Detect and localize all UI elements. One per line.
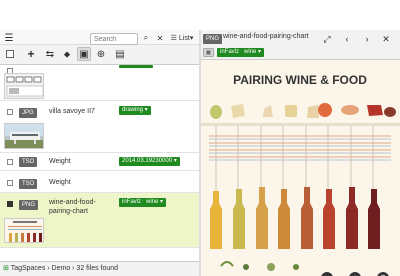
file-extension-badge: PNG bbox=[19, 200, 39, 210]
refresh-icon[interactable]: ⇆ bbox=[43, 47, 57, 61]
view-mode-label: List bbox=[178, 34, 190, 42]
file-name[interactable]: Weight bbox=[49, 178, 71, 187]
close-viewer-icon[interactable]: ✕ bbox=[380, 33, 392, 45]
search-input[interactable] bbox=[90, 33, 138, 45]
file-row[interactable]: TSO Weight bbox=[0, 171, 200, 193]
viewer-tag-badge[interactable]: wine ▾ bbox=[241, 48, 265, 57]
file-name[interactable]: Weight bbox=[49, 157, 71, 166]
tag-badge[interactable]: wine ▾ bbox=[143, 198, 167, 207]
tagspaces-logo-icon: ⊞ bbox=[3, 265, 11, 272]
tag-label: 2014.03.19230000 bbox=[122, 158, 173, 164]
zoom-icon[interactable]: ⊕ bbox=[94, 47, 108, 61]
file-extension-badge: JPG bbox=[19, 108, 37, 118]
select-all-icon[interactable] bbox=[3, 47, 17, 61]
file-viewer-pane: PNG wine-and-food-pairing-chart ⤢ ‹ › ✕ … bbox=[201, 30, 400, 276]
tag-icon[interactable]: ⬥ bbox=[60, 47, 74, 61]
viewer-extension-badge: PNG bbox=[203, 34, 223, 44]
row-checkbox[interactable] bbox=[7, 201, 13, 207]
thumbnail-icon[interactable]: ▣ bbox=[77, 47, 91, 61]
tag-label: inFavlz bbox=[220, 49, 240, 55]
file-row[interactable] bbox=[0, 65, 200, 101]
fullscreen-icon[interactable]: ⤢ bbox=[321, 33, 333, 45]
tag-badge[interactable] bbox=[119, 65, 153, 68]
tag-label: wine bbox=[146, 199, 159, 205]
add-file-icon[interactable]: + bbox=[24, 47, 38, 61]
menu-icon[interactable]: ☰ bbox=[2, 31, 16, 45]
file-thumbnail bbox=[4, 123, 44, 149]
file-thumbnail bbox=[4, 218, 44, 243]
sort-icon[interactable]: ▤ bbox=[113, 47, 127, 61]
tag-label: wine bbox=[244, 49, 257, 55]
status-text: TagSpaces › Demo › 32 files found bbox=[10, 265, 119, 272]
search-icon[interactable]: ⌕ bbox=[139, 31, 153, 45]
row-checkbox[interactable] bbox=[7, 109, 13, 115]
top-toolbar: ☰ ⌕ ✕ ☰ List ▾ bbox=[0, 30, 200, 45]
file-thumbnail bbox=[4, 73, 44, 99]
file-row[interactable]: JPG villa savoye II7 drawing ▾ bbox=[0, 101, 200, 153]
file-extension-badge: TSO bbox=[19, 157, 38, 167]
tag-badge[interactable]: 2014.03.19230000 ▾ bbox=[119, 157, 180, 166]
viewer-toolbar: PNG wine-and-food-pairing-chart ⤢ ‹ › ✕ … bbox=[201, 30, 400, 60]
tag-label: inFavlz bbox=[122, 199, 142, 205]
view-mode-button[interactable]: ☰ List ▾ bbox=[167, 31, 197, 45]
toggle-details-icon[interactable]: ▣ bbox=[203, 48, 214, 57]
poster-title: PAIRING WINE & FOOD bbox=[233, 73, 367, 87]
close-search-icon[interactable]: ✕ bbox=[153, 31, 167, 45]
tag-label: drawing bbox=[122, 107, 144, 113]
file-extension-badge: TSO bbox=[19, 179, 38, 189]
next-icon[interactable]: › bbox=[361, 33, 373, 45]
row-checkbox[interactable] bbox=[7, 180, 13, 186]
viewer-file-name: wine-and-food-pairing-chart bbox=[223, 33, 309, 40]
app-window: ☰ ⌕ ✕ ☰ List ▾ + ⇆ ⬥ ▣ ⊕ ▤ JPG bbox=[0, 0, 400, 276]
file-row[interactable]: TSO Weight 2014.03.19230000 ▾ bbox=[0, 153, 200, 171]
file-toolbar: + ⇆ ⬥ ▣ ⊕ ▤ bbox=[0, 45, 200, 65]
status-bar: ⊞ TagSpaces › Demo › 32 files found bbox=[0, 261, 200, 276]
file-name[interactable]: wine-and-food-pairing-chart bbox=[49, 198, 115, 216]
image-preview: PAIRING WINE & FOOD bbox=[201, 61, 400, 276]
tag-badge[interactable]: drawing ▾ bbox=[119, 106, 151, 115]
file-row-selected[interactable]: PNG wine-and-food-pairing-chart inFavlz … bbox=[0, 193, 200, 248]
file-name[interactable]: villa savoye II7 bbox=[49, 107, 95, 116]
row-checkbox[interactable] bbox=[7, 159, 13, 165]
previous-icon[interactable]: ‹ bbox=[341, 33, 353, 45]
